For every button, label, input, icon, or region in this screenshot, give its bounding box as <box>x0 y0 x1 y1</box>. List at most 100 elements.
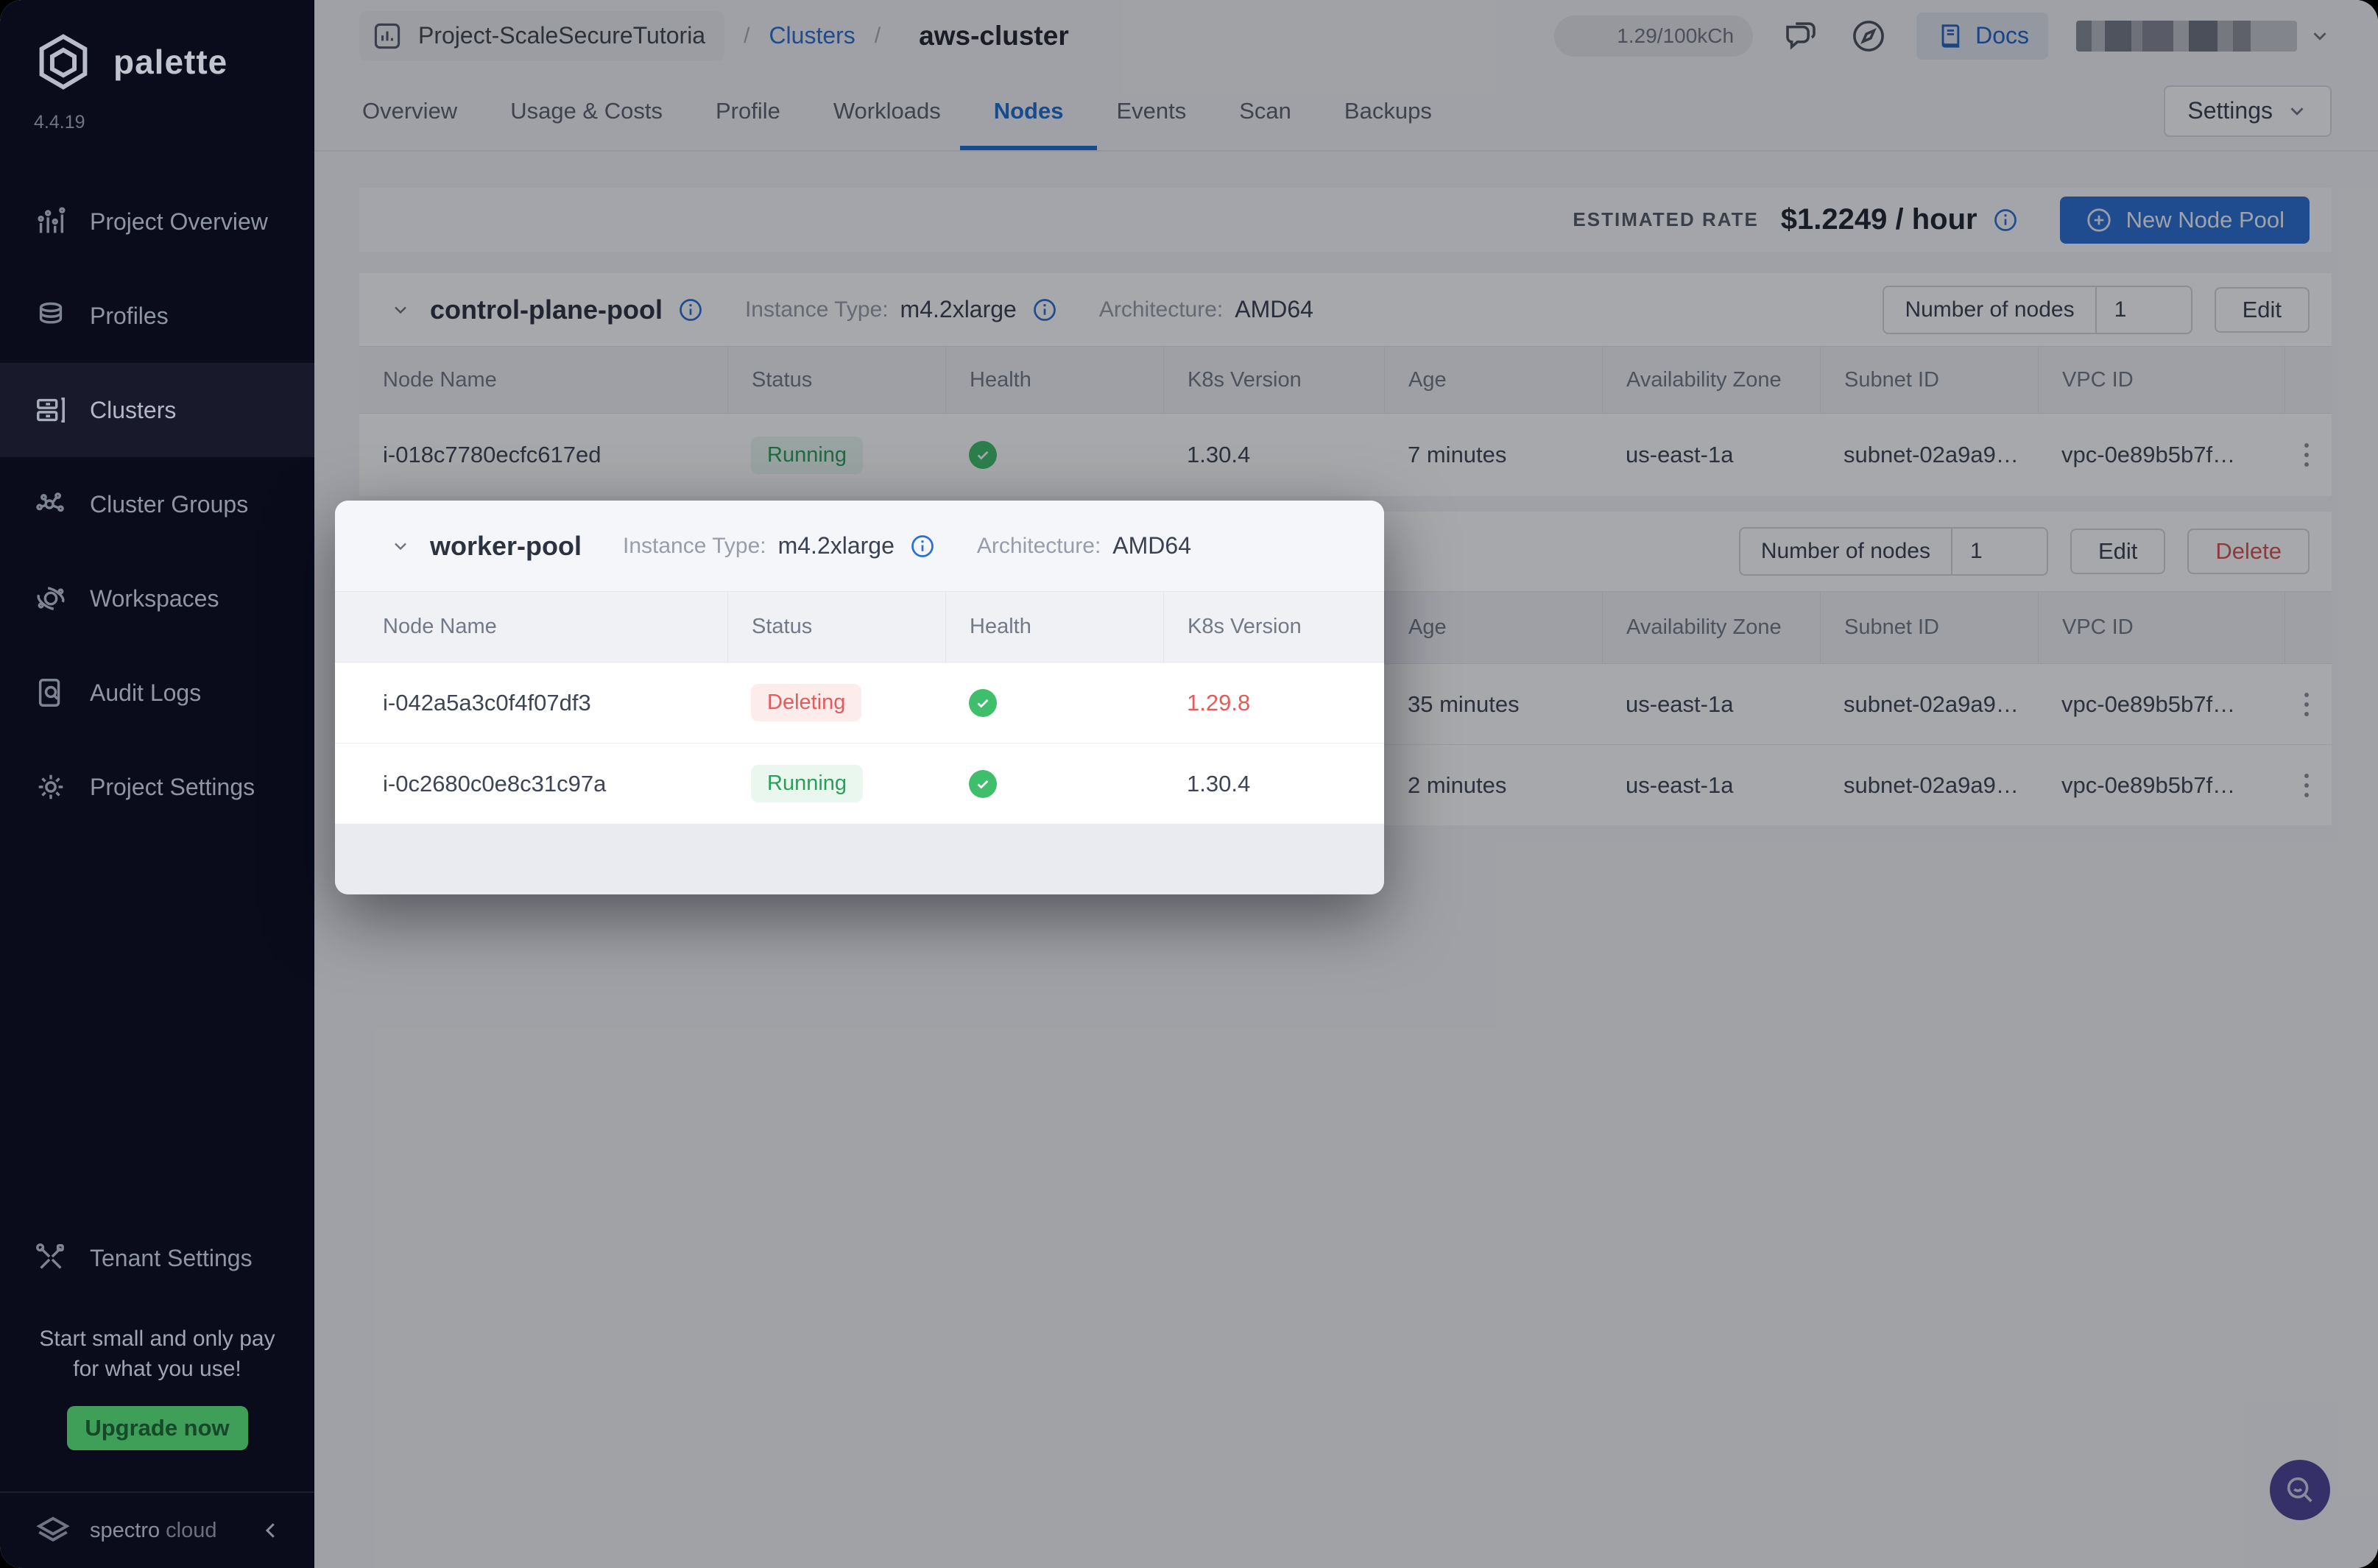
info-icon[interactable] <box>1031 297 1058 323</box>
status-badge: Deleting <box>751 684 861 721</box>
project-overview-icon <box>34 205 68 239</box>
table-header: Node Name Status Health K8s Version Age … <box>359 346 2332 414</box>
compass-icon[interactable] <box>1849 16 1888 56</box>
table-row: i-018c7780ecfc617ed Running 1.30.4 7 min… <box>359 414 2332 496</box>
sidebar-item-label: Project Overview <box>90 208 268 236</box>
vpc-id: vpc-0e89b5b7f… <box>2038 664 2284 744</box>
search-fab[interactable] <box>2270 1460 2330 1520</box>
topbar-actions: 1.29/100kCh Docs <box>1554 13 2331 60</box>
sidebar-item-workspaces[interactable]: Workspaces <box>0 551 314 646</box>
upgrade-now-button[interactable]: Upgrade now <box>67 1406 248 1450</box>
availability-zone: us-east-1a <box>1602 414 1820 496</box>
project-settings-icon <box>34 770 68 804</box>
spotlight-footer <box>335 824 1384 894</box>
brand-primary: spectro <box>90 1519 160 1542</box>
row-actions-menu-icon[interactable] <box>2284 745 2329 825</box>
sidebar-item-label: Workspaces <box>90 585 219 612</box>
plus-circle-icon <box>2085 206 2113 234</box>
chevron-down-icon[interactable] <box>390 536 411 557</box>
tab-nodes[interactable]: Nodes <box>991 71 1067 150</box>
tab-usage-costs[interactable]: Usage & Costs <box>507 71 666 150</box>
row-actions-menu-icon[interactable] <box>2284 664 2329 744</box>
pool-header: control-plane-pool Instance Type: m4.2xl… <box>359 273 2332 346</box>
instance-type-label: Instance Type: <box>745 297 889 322</box>
availability-zone: us-east-1a <box>1602 745 1820 825</box>
number-of-nodes-input[interactable]: 1 <box>1952 529 2047 574</box>
tab-backups[interactable]: Backups <box>1341 71 1435 150</box>
tab-events[interactable]: Events <box>1113 71 1189 150</box>
sidebar-item-label: Profiles <box>90 303 169 330</box>
number-of-nodes-input[interactable]: 1 <box>2097 287 2191 333</box>
chevron-down-icon <box>2286 100 2308 122</box>
sidebar-item-audit-logs[interactable]: Audit Logs <box>0 646 314 740</box>
chat-icon[interactable] <box>1781 16 1821 56</box>
info-icon[interactable] <box>1992 207 2019 233</box>
profiles-icon <box>34 299 68 333</box>
promo-line1: Start small and only pay <box>22 1324 292 1355</box>
architecture-value: AMD64 <box>1112 532 1191 559</box>
column-header: Availability Zone <box>1602 347 1820 413</box>
instance-type-label: Instance Type: <box>623 534 766 559</box>
sidebar-item-project-overview[interactable]: Project Overview <box>0 174 314 269</box>
status-badge: Running <box>751 437 863 474</box>
node-age: 7 minutes <box>1384 414 1602 496</box>
spectro-logo-icon <box>32 1510 74 1551</box>
sidebar-item-clusters[interactable]: Clusters <box>0 363 314 457</box>
column-header: Node Name <box>359 347 727 413</box>
sidebar-item-profiles[interactable]: Profiles <box>0 269 314 363</box>
health-check-icon <box>969 689 997 717</box>
settings-button[interactable]: Settings <box>2164 85 2332 137</box>
column-header: Status <box>727 347 945 413</box>
pool-name: control-plane-pool <box>430 294 663 325</box>
column-header: Availability Zone <box>1602 592 1820 663</box>
table-row: i-042a5a3c0f4f07df3 Deleting 1.29.8 35 m… <box>335 663 1384 743</box>
column-header-actions <box>2284 592 2329 663</box>
column-header: Health <box>945 347 1163 413</box>
usage-quota-pill[interactable]: 1.29/100kCh <box>1554 15 1753 57</box>
pool-name: worker-pool <box>430 531 582 562</box>
tenant-settings-icon <box>34 1241 68 1275</box>
column-header: VPC ID <box>2038 592 2284 663</box>
instance-type-value: m4.2xlarge <box>778 532 895 559</box>
breadcrumb-project[interactable]: Project-ScaleSecureTutoria <box>359 11 724 61</box>
logo-text: palette <box>113 42 227 82</box>
subnet-id: subnet-02a9a9… <box>1820 664 2038 744</box>
info-icon[interactable] <box>909 533 936 559</box>
tab-workloads[interactable]: Workloads <box>830 71 944 150</box>
new-node-pool-button[interactable]: New Node Pool <box>2060 197 2310 244</box>
k8s-version: 1.30.4 <box>1163 414 1384 496</box>
collapse-sidebar-icon[interactable] <box>260 1519 282 1541</box>
edit-pool-button[interactable]: Edit <box>2070 529 2165 574</box>
sidebar-item-tenant-settings[interactable]: Tenant Settings <box>0 1211 314 1305</box>
tab-profile[interactable]: Profile <box>713 71 783 150</box>
sidebar-item-label: Project Settings <box>90 774 255 801</box>
row-actions-menu-icon[interactable] <box>2284 414 2329 496</box>
node-name: i-0c2680c0e8c31c97a <box>359 744 727 824</box>
tab-overview[interactable]: Overview <box>359 71 460 150</box>
new-node-pool-label: New Node Pool <box>2126 207 2284 233</box>
docs-button[interactable]: Docs <box>1916 13 2048 60</box>
sidebar-item-project-settings[interactable]: Project Settings <box>0 740 314 834</box>
info-icon[interactable] <box>677 297 704 323</box>
status-badge: Running <box>751 765 863 802</box>
breadcrumb-clusters-link[interactable]: Clusters <box>769 22 855 49</box>
chevron-down-icon <box>2309 25 2331 47</box>
settings-label: Settings <box>2187 97 2273 124</box>
column-header: Subnet ID <box>1820 347 2038 413</box>
user-menu[interactable] <box>2076 21 2331 52</box>
magnifier-smile-icon <box>2283 1473 2317 1507</box>
tab-scan[interactable]: Scan <box>1236 71 1294 150</box>
clusters-icon <box>34 393 68 427</box>
brand-text: spectro cloud <box>90 1519 217 1543</box>
logo: palette <box>0 0 314 93</box>
breadcrumb-separator: / <box>875 24 881 49</box>
edit-pool-button[interactable]: Edit <box>2215 287 2310 333</box>
pool-header: worker-pool Instance Type: m4.2xlarge Ar… <box>335 501 1384 591</box>
architecture-label: Architecture: <box>977 534 1101 559</box>
palette-logo-icon <box>32 31 94 93</box>
delete-pool-button[interactable]: Delete <box>2187 529 2310 574</box>
chevron-down-icon[interactable] <box>390 300 411 320</box>
sidebar-item-cluster-groups[interactable]: Cluster Groups <box>0 457 314 551</box>
column-header: K8s Version <box>1163 347 1384 413</box>
vpc-id: vpc-0e89b5b7f… <box>2038 745 2284 825</box>
